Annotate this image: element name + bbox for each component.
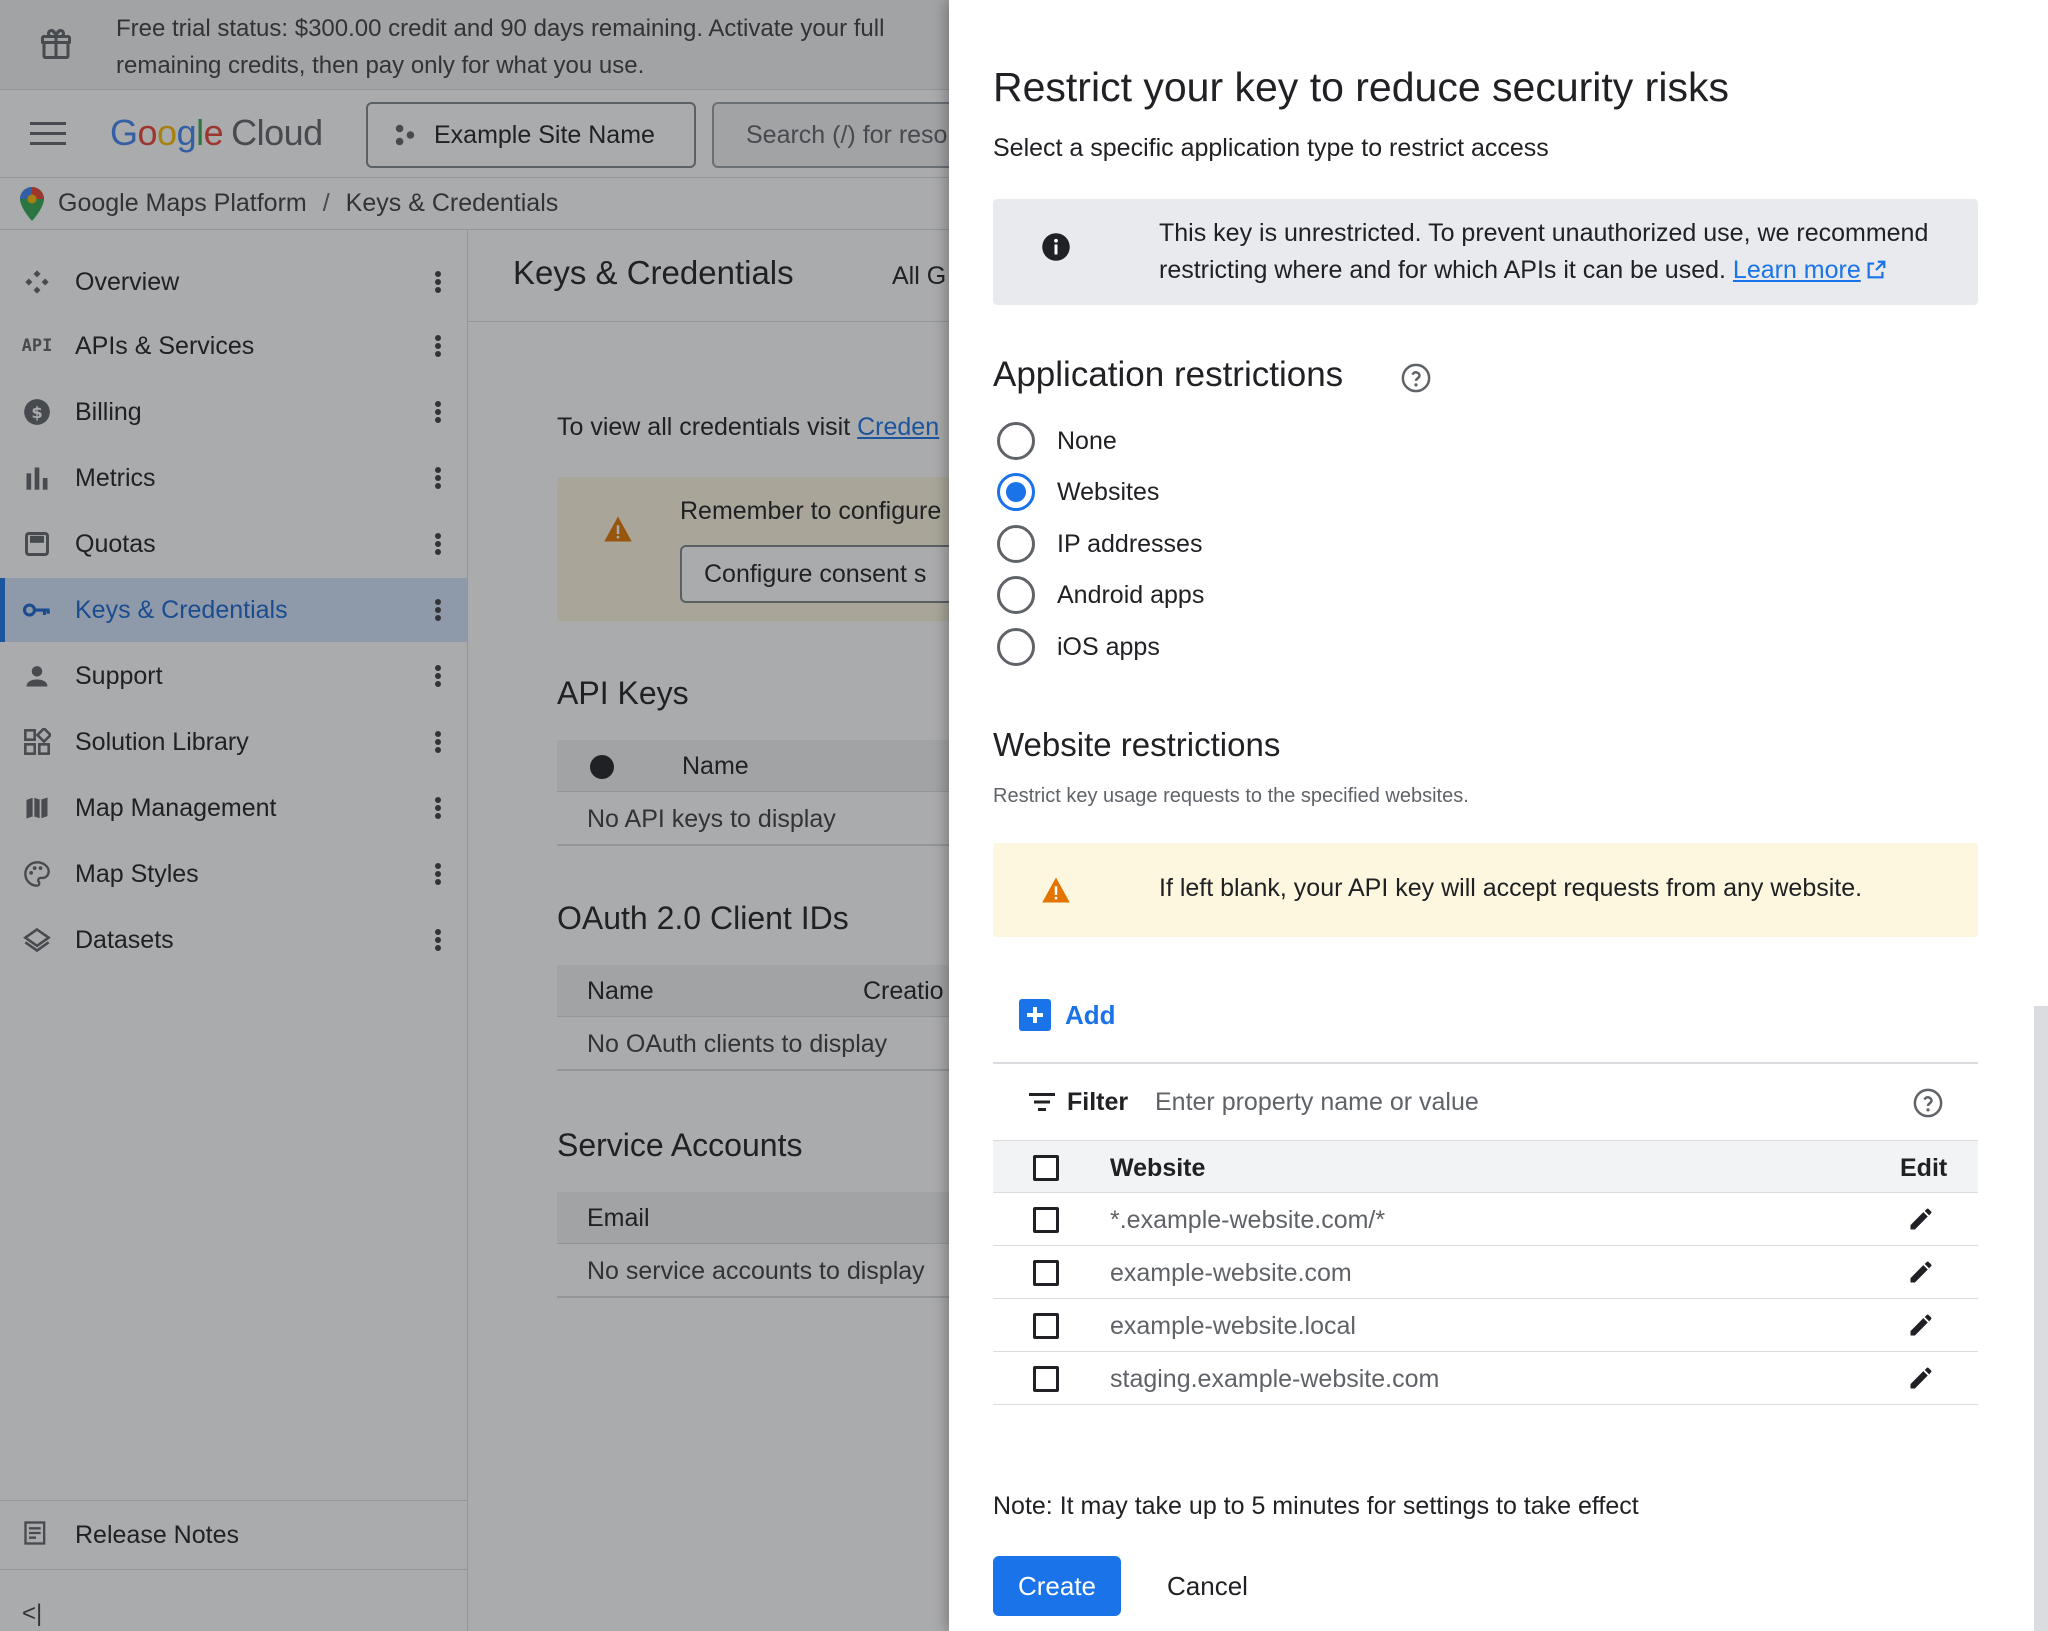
column-website: Website (1110, 1154, 1206, 1182)
website-value: staging.example-website.com (1110, 1365, 1440, 1393)
row-checkbox[interactable] (1033, 1260, 1059, 1286)
table-row: example-website.local (993, 1299, 1978, 1352)
warning-icon (1042, 877, 1070, 903)
panel-title: Restrict your key to reduce security ris… (993, 64, 1729, 110)
application-restrictions-title: Application restrictions (993, 355, 1344, 394)
row-checkbox[interactable] (1033, 1207, 1059, 1233)
table-row: staging.example-website.com (993, 1352, 1978, 1405)
table-header: Website Edit (993, 1140, 1978, 1193)
radio-websites[interactable]: Websites (997, 472, 1159, 512)
radio-ios-apps[interactable]: iOS apps (997, 627, 1160, 667)
create-button[interactable]: Create (993, 1556, 1121, 1616)
column-edit: Edit (1900, 1154, 1948, 1182)
unrestricted-info-banner: This key is unrestricted. To prevent una… (993, 199, 1978, 305)
filter-input[interactable] (1155, 1080, 1875, 1124)
learn-more-link[interactable]: Learn more (1733, 256, 1861, 284)
websites-table: Website Edit *.example-website.com/* exa… (993, 1140, 1978, 1405)
filter-icon (1029, 1093, 1055, 1111)
website-value: *.example-website.com/* (1110, 1206, 1386, 1234)
cancel-button[interactable]: Cancel (1155, 1556, 1260, 1616)
panel-subtitle: Select a specific application type to re… (993, 134, 1549, 162)
filter-bar: Filter (993, 1062, 1978, 1140)
filter-label: Filter (1067, 1088, 1129, 1116)
add-website-button[interactable]: Add (1019, 997, 1116, 1033)
edit-pencil-icon[interactable] (1907, 1258, 1935, 1286)
info-icon (1042, 233, 1070, 261)
help-icon[interactable] (1913, 1088, 1943, 1118)
row-checkbox[interactable] (1033, 1366, 1059, 1392)
edit-pencil-icon[interactable] (1907, 1364, 1935, 1392)
restrict-key-panel: Restrict your key to reduce security ris… (949, 0, 2048, 1631)
radio-none[interactable]: None (997, 421, 1117, 461)
website-restrictions-desc: Restrict key usage requests to the speci… (993, 785, 1469, 807)
table-row: *.example-website.com/* (993, 1193, 1978, 1246)
select-all-checkbox[interactable] (1033, 1155, 1059, 1181)
external-link-icon (1867, 260, 1886, 279)
add-icon (1019, 999, 1051, 1031)
website-value: example-website.local (1110, 1312, 1356, 1340)
radio-android-apps[interactable]: Android apps (997, 575, 1204, 615)
row-checkbox[interactable] (1033, 1313, 1059, 1339)
edit-pencil-icon[interactable] (1907, 1311, 1935, 1339)
website-restrictions-title: Website restrictions (993, 726, 1281, 763)
help-icon[interactable] (1401, 363, 1431, 393)
website-value: example-website.com (1110, 1259, 1352, 1287)
table-row: example-website.com (993, 1246, 1978, 1299)
edit-pencil-icon[interactable] (1907, 1205, 1935, 1233)
panel-scrollbar[interactable] (2034, 1006, 2048, 1631)
settings-delay-note: Note: It may take up to 5 minutes for se… (993, 1492, 1639, 1520)
blank-website-warning: If left blank, your API key will accept … (993, 843, 1978, 937)
radio-ip-addresses[interactable]: IP addresses (997, 524, 1202, 564)
